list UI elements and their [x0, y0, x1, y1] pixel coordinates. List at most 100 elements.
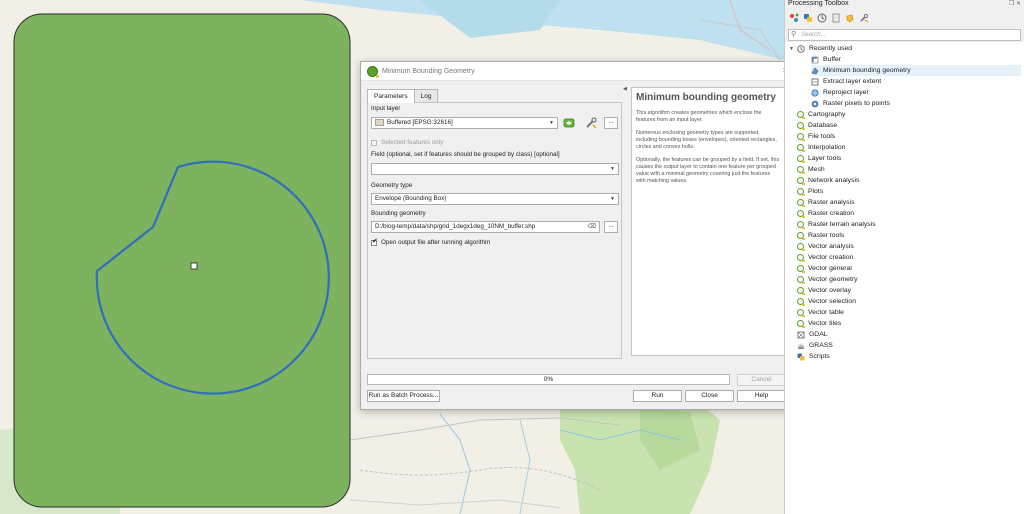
iterate-features-icon[interactable]: [562, 117, 576, 129]
edit-features-in-place-icon[interactable]: [845, 13, 855, 23]
tree-group-label: Interpolation: [808, 144, 846, 151]
qgis-provider-icon: [797, 210, 805, 218]
help-title: Minimum bounding geometry: [636, 92, 776, 103]
qgis-provider-icon: [797, 221, 805, 229]
tree-group-network-analysis[interactable]: Network analysis: [797, 175, 859, 186]
tree-group-vector-tiles[interactable]: Vector tiles: [797, 318, 841, 329]
minimum-bounding-geometry-icon: [811, 67, 819, 75]
python-icon: [797, 353, 805, 361]
history-icon[interactable]: [817, 13, 827, 23]
tree-group-label: Vector tiles: [808, 320, 842, 327]
input-layer-combo[interactable]: Buffered [EPSG:32616] ▼: [371, 117, 558, 129]
tree-group-database[interactable]: Database: [797, 120, 837, 131]
tree-group-vector-general[interactable]: Vector general: [797, 263, 852, 274]
models-icon[interactable]: [789, 13, 799, 23]
tree-item-raster-pixels-to-points[interactable]: Raster pixels to points: [811, 98, 890, 109]
tree-group-cartography[interactable]: Cartography: [797, 109, 845, 120]
open-output-checkbox[interactable]: ✔ Open output file after running algorit…: [371, 238, 490, 246]
tree-group-vector-creation[interactable]: Vector creation: [797, 252, 853, 263]
tab-log[interactable]: Log: [413, 89, 439, 103]
toolbox-search-input[interactable]: ⚲ Search...: [788, 29, 1021, 41]
geometry-type-label: Geometry type: [371, 182, 413, 189]
help-paragraph: This algorithm creates geometries which …: [636, 110, 762, 123]
bounding-geometry-path-field[interactable]: D:/blog-temp/data/shp/grid_1degx1deg_10N…: [371, 221, 600, 233]
selected-features-only-checkbox[interactable]: Selected features only: [371, 139, 443, 146]
collapse-help-arrow-icon[interactable]: ◀: [623, 86, 627, 92]
tree-group-layer-tools[interactable]: Layer tools: [797, 153, 841, 164]
center-point: [190, 262, 198, 270]
tree-group-label: Vector creation: [808, 254, 854, 261]
help-paragraph: Optionally, the features can be grouped …: [636, 157, 780, 184]
qgis-provider-icon: [797, 232, 805, 240]
tree-group-raster-terrain-analysis[interactable]: Raster terrain analysis: [797, 219, 876, 230]
tree-group-mesh[interactable]: Mesh: [797, 164, 825, 175]
input-layer-browse-button[interactable]: ...: [604, 117, 618, 129]
bounding-geometry-browse-button[interactable]: ...: [604, 221, 618, 233]
tree-provider-scripts[interactable]: Scripts: [797, 351, 830, 362]
tree-group-label: Plots: [808, 188, 824, 195]
dialog-title: Minimum Bounding Geometry: [382, 67, 475, 75]
clear-icon[interactable]: ⌫: [588, 222, 596, 232]
float-panel-icon[interactable]: ❐: [1009, 1, 1014, 7]
close-panel-icon[interactable]: ✕: [1016, 1, 1021, 7]
tree-group-plots[interactable]: Plots: [797, 186, 823, 197]
algorithm-tree: ▼ Recently used Buffer Minimum bounding …: [785, 42, 1024, 514]
results-viewer-icon[interactable]: [831, 13, 841, 23]
qgis-provider-icon: [797, 155, 805, 163]
tree-group-vector-analysis[interactable]: Vector analysis: [797, 241, 854, 252]
qgis-provider-icon: [797, 287, 805, 295]
geometry-type-combo[interactable]: Envelope (Bounding Box) ▼: [371, 193, 619, 205]
tree-group-raster-analysis[interactable]: Raster analysis: [797, 197, 854, 208]
tree-item-reproject-layer[interactable]: Reproject layer: [811, 87, 869, 98]
tree-group-label: Cartography: [808, 111, 846, 118]
tree-group-label: Recently used: [809, 45, 853, 52]
bounding-geometry-label: Bounding geometry: [371, 210, 426, 217]
tree-group-label: File tools: [808, 133, 836, 140]
tree-group-vector-selection[interactable]: Vector selection: [797, 296, 856, 307]
close-button[interactable]: Close: [685, 390, 734, 402]
selected-features-only-label: Selected features only: [381, 139, 444, 146]
field-combo[interactable]: ▼: [371, 163, 619, 175]
cancel-button[interactable]: Cancel: [737, 374, 786, 386]
qgis-provider-icon: [797, 276, 805, 284]
input-layer-label: Input layer: [371, 105, 401, 112]
dialog-titlebar: Minimum Bounding Geometry ×: [361, 62, 794, 81]
help-button[interactable]: Help: [737, 390, 786, 402]
checkbox-box: ✔: [371, 238, 378, 246]
tree-group-vector-overlay[interactable]: Vector overlay: [797, 285, 851, 296]
tree-group-label: Vector table: [808, 309, 844, 316]
tree-group-raster-tools[interactable]: Raster tools: [797, 230, 844, 241]
options-wrench-icon[interactable]: [859, 13, 869, 23]
tree-group-label: Raster tools: [808, 232, 845, 239]
tree-group-recently-used[interactable]: ▼ Recently used: [789, 43, 852, 54]
tree-group-vector-table[interactable]: Vector table: [797, 307, 844, 318]
tree-item-buffer[interactable]: Buffer: [811, 54, 841, 65]
tree-group-label: Vector general: [808, 265, 852, 272]
tree-provider-grass[interactable]: GRASS: [797, 340, 833, 351]
tree-group-label: Raster analysis: [808, 199, 855, 206]
python-scripts-icon[interactable]: [803, 13, 813, 23]
tree-item-label: Buffer: [823, 56, 842, 63]
toolbox-toolbar: [789, 13, 869, 23]
run-as-batch-button[interactable]: Run as Batch Process...: [367, 390, 440, 402]
qgis-provider-icon: [797, 177, 805, 185]
qgis-provider-icon: [797, 199, 805, 207]
tree-group-raster-creation[interactable]: Raster creation: [797, 208, 854, 219]
tree-provider-gdal[interactable]: GDAL: [797, 329, 828, 340]
qgis-provider-icon: [797, 320, 805, 328]
qgis-provider-icon: [797, 122, 805, 130]
tree-item-extract-layer-extent[interactable]: Extract layer extent: [811, 76, 881, 87]
qgis-provider-icon: [797, 188, 805, 196]
tree-item-minimum-bounding-geometry[interactable]: Minimum bounding geometry: [811, 65, 1021, 76]
tree-group-label: Raster creation: [808, 210, 855, 217]
tree-group-label: Vector geometry: [808, 276, 858, 283]
tab-parameters[interactable]: Parameters: [367, 89, 415, 103]
tree-group-vector-geometry[interactable]: Vector geometry: [797, 274, 858, 285]
tree-group-label: Layer tools: [808, 155, 842, 162]
qgis-provider-icon: [797, 309, 805, 317]
advanced-options-wrench-icon[interactable]: [584, 117, 598, 129]
tree-provider-label: Scripts: [809, 353, 830, 360]
tree-group-file-tools[interactable]: File tools: [797, 131, 835, 142]
tree-group-interpolation[interactable]: Interpolation: [797, 142, 845, 153]
run-button[interactable]: Run: [633, 390, 682, 402]
